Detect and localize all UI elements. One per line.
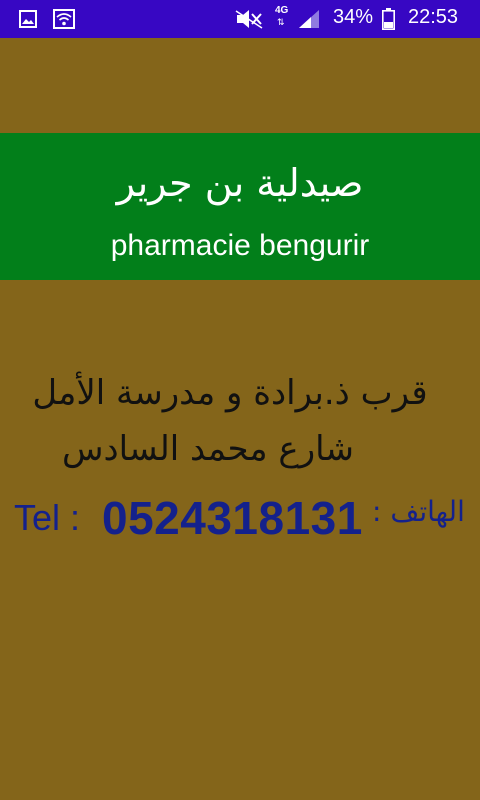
- battery-percent: 34%: [333, 6, 374, 28]
- phone-label-arabic: الهاتف :: [372, 495, 465, 528]
- gallery-icon: [19, 10, 37, 28]
- wifi-icon: [53, 9, 75, 29]
- data-arrows-icon: ⇅: [277, 18, 285, 28]
- status-bar: 4G ⇅ 34% 22:53: [0, 0, 480, 38]
- phone-number[interactable]: 0524318131: [102, 491, 363, 545]
- address-block: قرب ذ.برادة و مدرسة الأمل شارع محمد السا…: [20, 365, 440, 477]
- clock: 22:53: [408, 6, 459, 28]
- phone-label-latin: Tel :: [14, 497, 81, 538]
- address-line-2: شارع محمد السادس: [62, 429, 354, 469]
- mute-icon: [235, 10, 263, 29]
- pharmacy-title-arabic: صيدلية بن جرير: [116, 161, 364, 205]
- signal-icon: [299, 10, 319, 28]
- battery-icon: [382, 8, 395, 30]
- pharmacy-title-latin: pharmacie bengurir: [110, 229, 370, 262]
- network-type: 4G: [275, 5, 289, 16]
- address-line-1: قرب ذ.برادة و مدرسة الأمل: [32, 373, 428, 413]
- header-banner: صيدلية بن جرير pharmacie bengurir: [0, 133, 480, 280]
- phone-row: Tel : 0524318131 الهاتف :: [14, 487, 474, 547]
